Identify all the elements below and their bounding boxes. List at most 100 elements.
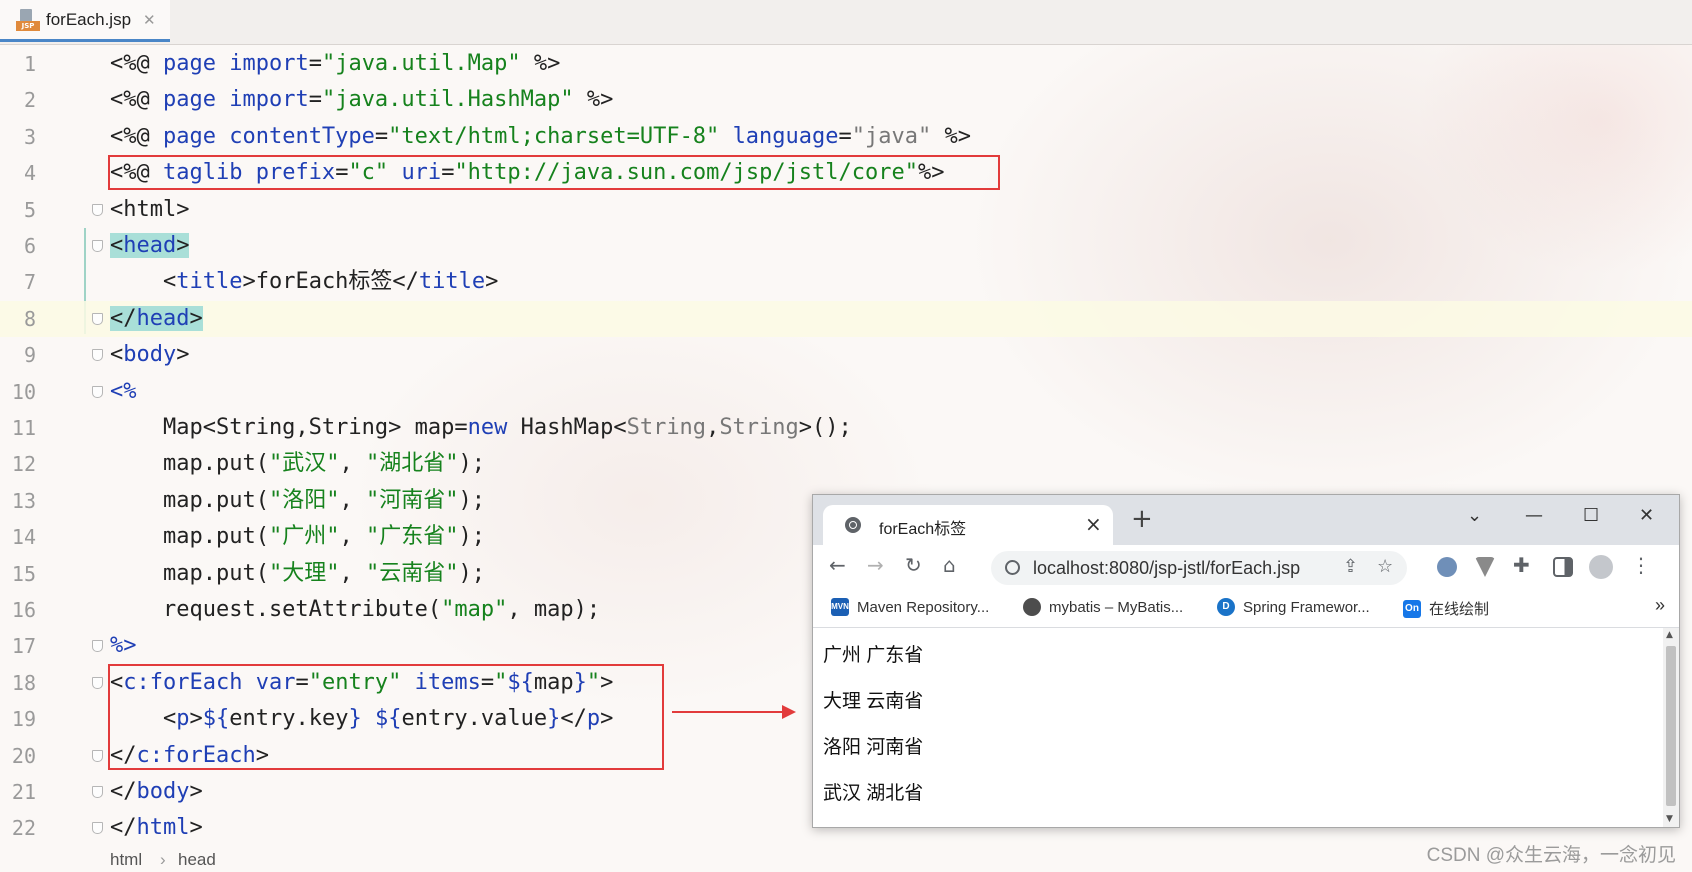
browser-tab-title: forEach标签 bbox=[879, 521, 967, 538]
globe-icon bbox=[845, 517, 861, 533]
address-bar[interactable]: localhost:8080/jsp-jstl/forEach.jsp ⇪ ☆ bbox=[991, 551, 1407, 585]
close-icon[interactable]: ✕ bbox=[143, 11, 156, 29]
code-token: body bbox=[123, 342, 177, 367]
minimize-button[interactable]: — bbox=[1525, 505, 1543, 526]
code-token: import bbox=[229, 87, 309, 112]
browser-tab[interactable]: forEach标签 × bbox=[823, 505, 1113, 545]
bookmark-mybatis[interactable]: mybatis – MyBatis... bbox=[1023, 598, 1183, 616]
code-token: <%@ bbox=[110, 124, 163, 149]
code-line[interactable]: 5 <html> bbox=[0, 192, 1692, 228]
scroll-thumb[interactable] bbox=[1666, 646, 1676, 806]
code-token: ); bbox=[458, 561, 485, 586]
bookmarks-bar: MVN Maven Repository... mybatis – MyBati… bbox=[813, 589, 1679, 628]
fold-marker-icon[interactable] bbox=[92, 240, 103, 252]
code-line[interactable]: 3 <%@ page contentType="text/html;charset… bbox=[0, 119, 1692, 155]
fold-marker-icon[interactable] bbox=[92, 204, 103, 216]
code-text: <%@ page import="java.util.HashMap" %> bbox=[110, 82, 613, 118]
fold-marker-icon[interactable] bbox=[92, 822, 103, 834]
browser-toolbar: ← → ↻ ⌂ localhost:8080/jsp-jstl/forEach.… bbox=[813, 545, 1679, 589]
tab-close-icon[interactable]: × bbox=[1085, 512, 1102, 536]
code-line[interactable]: 10 <% bbox=[0, 374, 1692, 410]
code-line[interactable]: 8 </head> bbox=[0, 301, 1692, 337]
bookmark-spring[interactable]: D Spring Framewor... bbox=[1217, 598, 1370, 616]
extension-v-icon[interactable] bbox=[1475, 557, 1495, 577]
vertical-scrollbar[interactable]: ▲ ▼ bbox=[1663, 628, 1679, 827]
code-token: "云南省" bbox=[365, 561, 459, 586]
home-button[interactable]: ⌂ bbox=[943, 553, 956, 577]
new-tab-button[interactable]: + bbox=[1131, 506, 1153, 532]
code-text: <head> bbox=[110, 228, 190, 264]
side-panel-icon[interactable] bbox=[1553, 557, 1573, 577]
code-token: >forEach标签</ bbox=[242, 269, 419, 294]
code-token: , bbox=[339, 488, 366, 513]
code-token: "河南省" bbox=[365, 488, 459, 513]
maximize-button[interactable]: ☐ bbox=[1583, 505, 1599, 526]
code-text: <%@ page import="java.util.Map" %> bbox=[110, 46, 560, 82]
code-line[interactable]: 1 <%@ page import="java.util.Map" %> bbox=[0, 46, 1692, 82]
back-button[interactable]: ← bbox=[829, 553, 846, 577]
editor-tab-bar: JSP forEach.jsp ✕ bbox=[0, 0, 1692, 45]
bookmark-label: Spring Framewor... bbox=[1243, 598, 1370, 616]
entry-paragraph: 大理 云南省 bbox=[823, 691, 924, 712]
code-text: Map<String,String> map=new HashMap<Strin… bbox=[110, 410, 852, 446]
editor-tab-foreach-jsp[interactable]: JSP forEach.jsp ✕ bbox=[0, 0, 170, 42]
close-window-button[interactable]: ✕ bbox=[1639, 505, 1654, 526]
extension-icon[interactable] bbox=[1437, 557, 1457, 577]
code-token: new bbox=[467, 415, 521, 440]
bookmark-maven[interactable]: MVN Maven Repository... bbox=[831, 598, 989, 616]
code-token: title bbox=[418, 269, 486, 294]
bookmark-online-draw[interactable]: On 在线绘制 bbox=[1403, 598, 1489, 619]
code-text: <% bbox=[110, 374, 137, 410]
site-info-icon[interactable] bbox=[1005, 560, 1020, 575]
line-number: 12 bbox=[11, 452, 36, 476]
tab-search-icon[interactable]: ⌄ bbox=[1467, 505, 1482, 526]
code-token: "text/html;charset=UTF-8" bbox=[388, 124, 720, 149]
fold-marker-icon[interactable] bbox=[92, 313, 103, 325]
code-token: map.put( bbox=[110, 488, 269, 513]
scroll-up-icon[interactable]: ▲ bbox=[1666, 630, 1673, 640]
fold-marker-icon[interactable] bbox=[92, 786, 103, 798]
forward-button[interactable]: → bbox=[867, 553, 884, 577]
code-token: , map); bbox=[507, 597, 601, 622]
fold-marker-icon[interactable] bbox=[92, 640, 103, 652]
breadcrumb-item-head[interactable]: head bbox=[178, 850, 216, 870]
code-token: </ bbox=[110, 779, 137, 804]
fold-marker-icon[interactable] bbox=[92, 750, 103, 762]
breadcrumb-item-html[interactable]: html bbox=[110, 850, 142, 870]
code-line[interactable]: 2 <%@ page import="java.util.HashMap" %> bbox=[0, 82, 1692, 118]
bookmark-star-icon[interactable]: ☆ bbox=[1377, 556, 1393, 577]
code-line[interactable]: 6 <head> bbox=[0, 228, 1692, 264]
code-line[interactable]: 9 <body> bbox=[0, 337, 1692, 373]
scroll-down-icon[interactable]: ▼ bbox=[1666, 814, 1673, 824]
breadcrumb-separator: › bbox=[160, 850, 166, 869]
fold-marker-icon[interactable] bbox=[92, 349, 103, 361]
code-text: <html> bbox=[110, 192, 189, 228]
code-line[interactable]: 11 Map<String,String> map=new HashMap<St… bbox=[0, 410, 1692, 446]
bookmark-label: mybatis – MyBatis... bbox=[1049, 598, 1184, 616]
code-line[interactable]: 12 map.put("武汉", "湖北省"); bbox=[0, 446, 1692, 482]
jsp-file-icon: JSP bbox=[16, 8, 40, 31]
line-number: 18 bbox=[11, 671, 36, 695]
code-token: "java.util.Map" bbox=[321, 51, 521, 76]
code-token: <% bbox=[110, 379, 137, 404]
code-token: = bbox=[374, 124, 389, 149]
bookmarks-more-button[interactable]: » bbox=[1655, 595, 1665, 616]
code-text: request.setAttribute("map", map); bbox=[110, 592, 600, 628]
code-token: <%@ bbox=[110, 87, 163, 112]
profile-avatar[interactable] bbox=[1589, 555, 1613, 579]
code-token: title bbox=[176, 269, 243, 294]
extensions-puzzle-icon[interactable]: ✚ bbox=[1513, 553, 1530, 577]
code-token: </ bbox=[110, 306, 137, 331]
reload-button[interactable]: ↻ bbox=[905, 553, 922, 577]
share-icon[interactable]: ⇪ bbox=[1343, 556, 1358, 577]
code-token: contentType bbox=[229, 124, 375, 149]
menu-kebab-icon[interactable]: ⋮ bbox=[1631, 553, 1651, 577]
page-content: 广州 广东省 大理 云南省 洛阳 河南省 武汉 湖北省 ▲ ▼ bbox=[813, 628, 1679, 827]
fold-marker-icon[interactable] bbox=[92, 677, 103, 689]
line-number: 3 bbox=[23, 125, 36, 149]
fold-marker-icon[interactable] bbox=[92, 386, 103, 398]
code-line[interactable]: 7 <title>forEach标签</title> bbox=[0, 264, 1692, 300]
code-token: > bbox=[189, 779, 203, 804]
code-token: page bbox=[162, 124, 230, 149]
code-token: > bbox=[485, 269, 499, 294]
